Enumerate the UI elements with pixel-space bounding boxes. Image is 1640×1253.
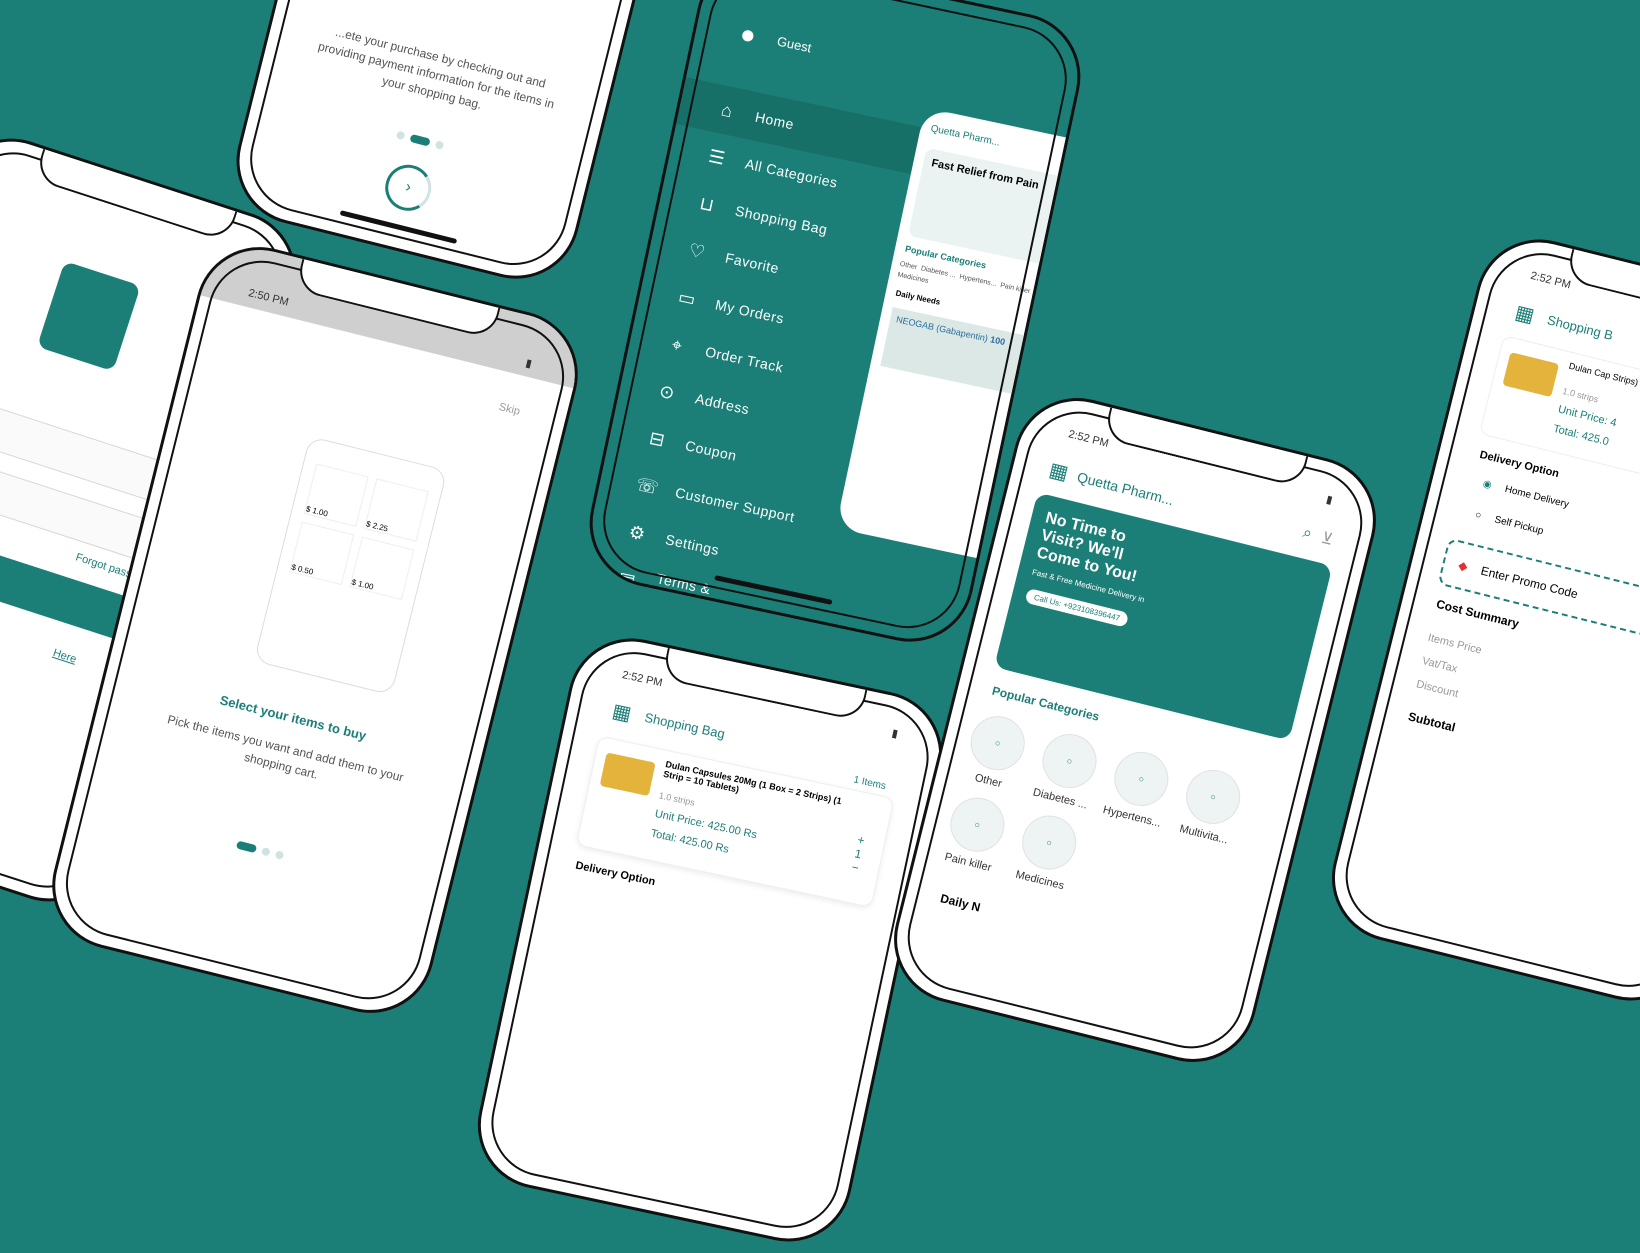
track-icon: ⌖ xyxy=(669,333,685,356)
menu-item-label: Customer Support xyxy=(673,484,797,526)
menu-item-label: Order Track xyxy=(703,343,785,376)
next-arrow-icon[interactable]: › xyxy=(380,159,437,216)
status-time: 2:52 PM xyxy=(620,669,664,690)
status-time: 2:52 PM xyxy=(1529,269,1572,292)
home-icon: ⌂ xyxy=(719,98,735,121)
category-medicines[interactable]: ○ Medicines xyxy=(1007,809,1087,894)
delivery-option-label: Delivery Option xyxy=(1478,448,1561,481)
menu-item-label: Coupon xyxy=(683,437,739,464)
heart-icon: ♡ xyxy=(686,239,708,263)
product-image xyxy=(1502,352,1560,398)
grid-menu-icon[interactable]: ▦ xyxy=(610,698,634,726)
battery-icon: ▮ xyxy=(890,727,900,741)
delivery-option-label: Delivery Option xyxy=(574,859,657,889)
product-name: Dulan Capsules 20Mg (1 Box = 2 Strips) (… xyxy=(662,759,843,807)
status-time: 2:52 PM xyxy=(1067,428,1110,450)
categories-icon: ☰ xyxy=(706,145,728,169)
user-header: ● Guest xyxy=(737,18,814,63)
user-name: Guest xyxy=(775,33,813,56)
cart-icon[interactable]: ⊻ xyxy=(1319,527,1335,549)
next-wrapper: › xyxy=(236,124,581,252)
radio-icon[interactable]: ○ xyxy=(1474,509,1483,521)
product-tile: $ 1.00 xyxy=(349,536,415,601)
vitamin-icon: ○ xyxy=(1180,764,1246,830)
notch xyxy=(33,145,239,243)
category-other[interactable]: ○ Other xyxy=(956,709,1036,794)
drawer-menu: ⌂ Home ☰ All Categories ⊔ Shopping Bag ♡ Favori… xyxy=(578,77,921,643)
menu-item-label: Favorite xyxy=(723,249,781,277)
product-tile: $ 1.00 xyxy=(303,463,369,527)
user-avatar-icon: ● xyxy=(737,17,760,51)
category-diabetes[interactable]: ○ Diabetes ... xyxy=(1028,727,1108,812)
menu-item-label: Home xyxy=(753,108,796,133)
product-tile: $ 0.50 xyxy=(289,521,355,586)
app-logo xyxy=(36,261,141,372)
subtotal-label: Subtotal xyxy=(1406,709,1457,735)
settings-icon: ⚙ xyxy=(627,520,648,544)
product-name: Dulan Cap Strips) (1 St xyxy=(1567,360,1640,393)
menu-item-label: Shopping Bag xyxy=(733,202,830,238)
menu-item-label: Settings xyxy=(663,531,721,559)
product-strips: 1.0 strips xyxy=(657,790,696,808)
menu-item-label: My Orders xyxy=(713,296,786,327)
terms-icon: ▤ xyxy=(616,567,638,592)
bag-icon: ⊔ xyxy=(698,192,717,216)
coupon-icon: ⊟ xyxy=(647,427,668,450)
product-strips: 1.0 strips xyxy=(1561,385,1600,405)
home-delivery-option[interactable]: ◉ Home Delivery xyxy=(1482,478,1570,510)
total-price: Total: 425.0 xyxy=(1551,422,1610,449)
skip-button[interactable]: Skip xyxy=(498,401,522,418)
cost-rows: Items Price Vat/Tax Discount xyxy=(1415,631,1483,701)
category-hypertension[interactable]: ○ Hypertens... xyxy=(1099,745,1179,830)
bag-phone: 2:52 PM ▮ ▦ Shopping Bag 1 Items Dulan Ca… xyxy=(465,626,955,1253)
quantity-stepper[interactable]: +1− xyxy=(841,831,875,877)
product-image xyxy=(599,752,656,797)
register-here-link[interactable]: Here xyxy=(51,647,77,666)
grid-menu-icon[interactable]: ▦ xyxy=(1513,299,1537,328)
battery-icon: ▮ xyxy=(1324,493,1334,507)
category-pain-killer[interactable]: ○ Pain killer xyxy=(935,791,1015,876)
onboard-text: ...ete your purchase by checking out and… xyxy=(316,24,556,112)
radio-selected-icon[interactable]: ◉ xyxy=(1482,478,1493,491)
bag-summary-phone: 2:52 PM ▦ Shopping B Dulan Cap Strips) (… xyxy=(1318,225,1640,1015)
orders-icon: ▭ xyxy=(676,286,698,310)
search-icon[interactable]: ⌕ xyxy=(1301,524,1314,544)
pill-icon: ○ xyxy=(965,710,1031,776)
page-dots xyxy=(73,800,448,901)
medicine-icon: ○ xyxy=(1016,809,1082,876)
menu-item-label: Address xyxy=(693,390,751,418)
painkiller-icon: ○ xyxy=(944,791,1011,858)
menu-item-label: All Categories xyxy=(743,155,840,191)
tag-icon: ◆ xyxy=(1456,557,1470,574)
close-icon[interactable]: ✕ xyxy=(747,0,766,6)
self-pickup-option[interactable]: ○ Self Pickup xyxy=(1474,509,1545,537)
bag-header: ▦ Shopping Bag xyxy=(610,698,727,746)
category-multivitamin[interactable]: ○ Multivita... xyxy=(1171,763,1251,848)
diabetes-icon: ○ xyxy=(1036,728,1103,794)
grid-menu-icon[interactable]: ▦ xyxy=(1047,457,1071,486)
hypertension-icon: ○ xyxy=(1108,746,1175,812)
daily-needs-title: Daily N xyxy=(938,891,982,915)
bag-title: Shopping B xyxy=(1545,312,1615,344)
bag-title: Shopping Bag xyxy=(643,709,727,742)
category-grid: ○ Other ○ Diabetes ... ○ Hypertens... ○ Mult… xyxy=(935,709,1287,939)
address-icon: ⊙ xyxy=(657,380,677,404)
phone-illustration: $ 1.00 $ 2.25 $ 0.50 $ 1.00 xyxy=(253,435,448,696)
support-icon: ☏ xyxy=(634,473,662,498)
product-tile: $ 2.25 xyxy=(363,478,429,542)
items-count: 1 Items xyxy=(852,774,887,793)
